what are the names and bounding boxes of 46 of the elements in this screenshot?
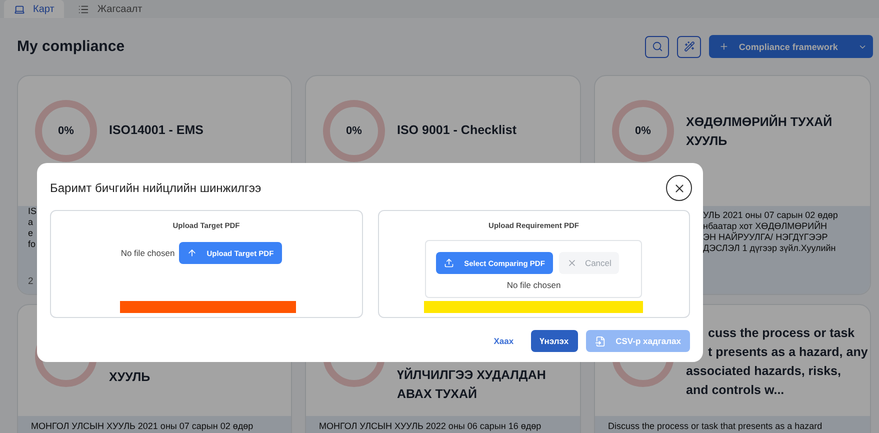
magic-wand-button[interactable]: [677, 36, 701, 58]
card-description: e: [28, 228, 34, 239]
file-icon: [594, 336, 606, 346]
card-title: АВАХ ТУХАЙ: [397, 386, 478, 403]
list-icon: [78, 4, 90, 14]
add-framework-label: Compliance framework: [738, 42, 838, 52]
card-description: ЭН НАЙРУУЛГА/ НЭГДҮГЭЭР: [703, 232, 828, 243]
view-tab[interactable]: Жагсаалт: [68, 0, 152, 18]
search-button[interactable]: [645, 36, 669, 58]
magic-wand-icon: [684, 41, 694, 52]
card-description: IS: [28, 206, 37, 217]
file-status: No file chosen: [506, 280, 561, 290]
cancel-button[interactable]: Cancel: [558, 252, 620, 274]
file-status: No file chosen: [120, 248, 175, 258]
dialog-button[interactable]: Үнэлэх: [530, 330, 578, 352]
card-description: УЛЬ 2021 оны 07 сарын 02 өдөр: [703, 210, 838, 220]
close-icon: [566, 258, 577, 268]
card-description: fo: [28, 239, 36, 250]
card-title: ХУУЛЬ: [686, 133, 728, 150]
dialog-title: Баримт бичгийн нийцлийн шинжилгээ: [50, 181, 262, 195]
card-title: associated hazards, risks,: [686, 363, 841, 380]
card-title: ISO14001 - EMS: [109, 122, 204, 139]
close-icon: [672, 182, 686, 194]
card-description: нбаатар хот ХӨДӨЛМӨРИЙН: [703, 221, 828, 232]
card-title: and controls w...: [686, 382, 784, 399]
upload-icon: [444, 258, 454, 268]
card-description: МОНГОЛ УЛСЫН ХУУЛЬ 2021 оны 07 сарын 02 өдөр: [31, 421, 254, 432]
card-date: 2: [28, 276, 34, 287]
card-title: t presents as a hazard, any: [708, 344, 868, 361]
card-title: ХУУЛЬ: [109, 369, 150, 386]
arrow-up-icon: [186, 248, 197, 258]
card-description: Discuss the process or task that presents as a hazard: [608, 421, 822, 432]
card-title: ISO 9001 - Checklist: [397, 122, 517, 139]
laptop-icon: [14, 4, 25, 14]
card-title: ХӨДӨЛМӨРИЙН ТУХАЙ: [686, 114, 832, 131]
card-title: cuss the process or task: [708, 325, 855, 342]
card-description: МОНГОЛ УЛСЫН ХУУЛЬ 2022 оны 06 сарын 16 өдөр: [319, 421, 542, 432]
card-description: a: [28, 217, 34, 228]
add-framework-button[interactable]: Compliance framework: [709, 35, 873, 58]
close-button[interactable]: [666, 175, 692, 201]
search-icon: [652, 41, 662, 52]
view-tab[interactable]: Карт: [4, 0, 64, 18]
dialog-button[interactable]: Хаах: [484, 330, 523, 352]
card-title: ҮЙЛЧИЛГЭЭ ХУДАЛДАН: [397, 367, 546, 384]
card-description: ДЭСЛЭЛ 1 дүгээр зүйл.Хуулийн: [703, 243, 836, 254]
page-title: My compliance: [17, 38, 125, 55]
